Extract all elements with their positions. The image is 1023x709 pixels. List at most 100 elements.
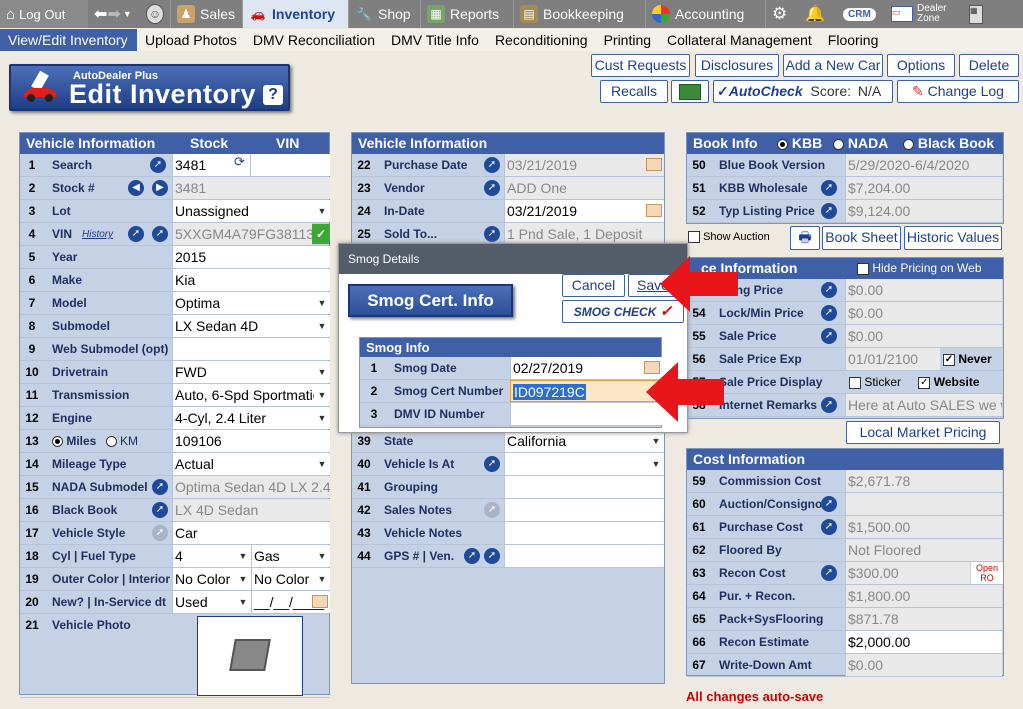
crm-button[interactable]: CRM — [837, 0, 885, 28]
field-value-2[interactable]: No Color ▼ — [251, 568, 330, 590]
dealer-zone-button[interactable]: ▭ Dealer Zone — [885, 0, 963, 28]
sale-price-display-options[interactable]: Sticker ✓ Website — [849, 371, 980, 393]
field-value[interactable] — [172, 338, 330, 360]
disclosures-button[interactable]: Disclosures — [695, 54, 779, 77]
user-avatar[interactable]: ☺ — [140, 0, 170, 28]
nav-inventory[interactable]: 🚗 Inventory — [242, 0, 348, 28]
chevron-down-icon[interactable]: ▼ — [314, 200, 330, 222]
forward-icon[interactable]: ➡ — [107, 4, 120, 24]
hide-pricing-checkbox[interactable]: Hide Pricing on Web — [857, 258, 982, 279]
field-value[interactable]: LX Sedan 4D ▼ — [172, 315, 330, 337]
gps-lookup-icon[interactable]: ➚ — [464, 548, 480, 564]
settings-button[interactable]: ⚙ — [765, 0, 793, 28]
chevron-down-icon[interactable]: ▼ — [648, 430, 664, 452]
tab-dmv-title-info[interactable]: DMV Title Info — [383, 29, 487, 51]
lookup-icon-58[interactable]: ➚ — [821, 397, 837, 413]
options-button[interactable]: Options — [887, 54, 955, 77]
never-checkbox[interactable]: ✓ Never — [943, 348, 992, 370]
chevron-down-icon[interactable]: ▼ — [314, 361, 330, 383]
change-log-button[interactable]: ✎ Change Log — [897, 80, 1019, 103]
blackbook-lookup-icon[interactable]: ➚ — [152, 502, 168, 518]
never-check[interactable]: ✓ — [943, 353, 955, 366]
lookup-icon-53[interactable]: ➚ — [821, 282, 837, 298]
chevron-down-icon[interactable]: ▼ — [314, 407, 330, 429]
field-value[interactable]: FWD ▼ — [172, 361, 330, 383]
field-value[interactable]: 4-Cyl, 2.4 Liter ▼ — [172, 407, 330, 429]
smog-field-2[interactable]: ID097219C — [510, 380, 662, 402]
lookup-icon-42[interactable]: ➚ — [484, 502, 500, 518]
lookup-icon-40[interactable]: ➚ — [484, 456, 500, 472]
field-value[interactable]: California ▼ — [504, 430, 664, 452]
print-button[interactable]: 🖶 — [790, 226, 820, 250]
cust-requests-button[interactable]: Cust Requests — [591, 54, 690, 77]
tab-printing[interactable]: Printing — [596, 29, 659, 51]
lookup-icon-51[interactable]: ➚ — [821, 180, 837, 196]
vin-history-link[interactable]: History — [82, 223, 113, 245]
style-lookup-icon[interactable]: ➚ — [152, 525, 168, 541]
lookup-icon-63[interactable]: ➚ — [821, 565, 837, 581]
lookup-icon-61[interactable]: ➚ — [821, 519, 837, 535]
km-radio-dot[interactable] — [105, 436, 117, 448]
field-value[interactable]: 109106 — [172, 430, 330, 452]
calendar-icon[interactable] — [646, 204, 662, 217]
tab-collateral-management[interactable]: Collateral Management — [659, 29, 820, 51]
tab-upload-photos[interactable]: Upload Photos — [137, 29, 245, 51]
calculator-button[interactable]: ▦ — [963, 0, 993, 28]
book-sheet-button[interactable]: Book Sheet — [822, 226, 901, 250]
notifications-button[interactable]: 🔔 — [793, 0, 837, 28]
field-value[interactable]: No Color ▼ — [172, 568, 251, 590]
field-value[interactable]: Unassigned ▼ — [172, 200, 330, 222]
chevron-down-icon[interactable]: ▼ — [314, 568, 330, 590]
spreadsheet-button[interactable] — [671, 80, 709, 103]
tab-dmv-reconciliation[interactable]: DMV Reconciliation — [245, 29, 383, 51]
nav-reports[interactable]: ▦ Reports — [420, 0, 513, 28]
website-checkbox[interactable]: ✓ — [918, 376, 931, 389]
calendar-icon[interactable] — [646, 158, 662, 171]
search-arrow-icon[interactable]: ➚ — [150, 157, 166, 173]
kbb-radio[interactable]: KBB — [777, 133, 822, 154]
chevron-down-icon[interactable]: ▼ — [123, 9, 132, 19]
field-value[interactable]: ▼ — [504, 453, 664, 475]
next-stock-icon[interactable]: ▶ — [152, 180, 168, 196]
local-market-pricing-button[interactable]: Local Market Pricing — [846, 421, 1000, 444]
nada-radio[interactable]: NADA — [833, 133, 888, 154]
field-value[interactable]: $2,000.00 — [845, 631, 1002, 653]
field-value[interactable] — [504, 499, 664, 521]
history-nav[interactable]: ⬅ ➡ ▼ — [88, 0, 140, 28]
show-auction-checkbox[interactable]: Show Auction — [688, 231, 770, 244]
recalls-button[interactable]: Recalls — [600, 80, 668, 103]
chevron-down-icon[interactable]: ▼ — [314, 453, 330, 475]
black-book-radio[interactable]: Black Book — [903, 133, 994, 154]
field-value[interactable]: Kia — [172, 269, 330, 291]
delete-button[interactable]: Delete — [959, 54, 1019, 77]
back-icon[interactable]: ⬅ — [94, 4, 107, 24]
cancel-button[interactable]: Cancel — [562, 274, 625, 297]
lookup-icon-22[interactable]: ➚ — [484, 157, 500, 173]
field-value[interactable]: 2015 — [172, 246, 330, 268]
field-value-2[interactable]: Gas ▼ — [251, 545, 330, 567]
lookup-icon-54[interactable]: ➚ — [821, 305, 837, 321]
nav-bookkeeping[interactable]: ▤ Bookkeeping — [513, 0, 645, 28]
lookup-icon-25[interactable]: ➚ — [484, 226, 500, 242]
lookup-icon-52[interactable]: ➚ — [821, 203, 837, 219]
smog-field-3[interactable] — [510, 403, 662, 425]
chevron-down-icon[interactable]: ▼ — [314, 545, 330, 567]
lookup-icon-60[interactable]: ➚ — [821, 496, 837, 512]
refresh-icon[interactable]: ⟳ — [234, 154, 245, 170]
chevron-down-icon[interactable]: ▼ — [235, 568, 251, 590]
field-value[interactable]: Used ▼ — [172, 591, 251, 613]
smog-field-1[interactable]: 02/27/2019 — [510, 357, 662, 379]
lookup-icon-44[interactable]: ➚ — [484, 548, 500, 564]
chevron-down-icon[interactable]: ▼ — [314, 315, 330, 337]
decode-vin-icon[interactable]: ➚ — [128, 226, 144, 242]
nav-accounting[interactable]: Accounting — [645, 0, 765, 28]
autocheck-button[interactable]: ✓AutoCheck Score: N/A — [713, 80, 893, 103]
chevron-down-icon[interactable]: ▼ — [235, 591, 251, 613]
vin-lookup-icon[interactable]: ➚ — [152, 226, 168, 242]
field-value[interactable]: Optima ▼ — [172, 292, 330, 314]
chevron-down-icon[interactable]: ▼ — [314, 292, 330, 314]
field-value[interactable]: 03/21/2019 — [504, 200, 664, 222]
historic-values-button[interactable]: Historic Values — [904, 226, 1002, 250]
sticker-checkbox[interactable] — [849, 376, 861, 389]
vin-search-field[interactable] — [250, 154, 330, 176]
